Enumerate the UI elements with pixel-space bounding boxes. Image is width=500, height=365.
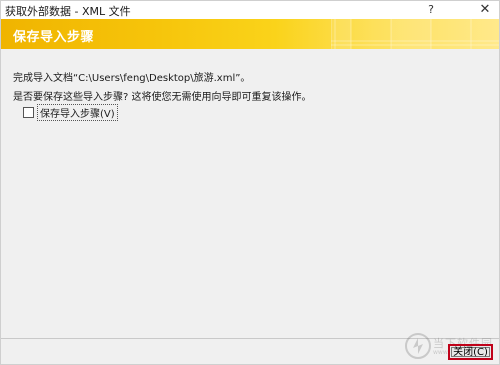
banner-title: 保存导入步骤: [13, 30, 95, 45]
xml-import-dialog: 获取外部数据 - XML 文件 ? ✕ 保存导入步骤 完成导入文档“C:\Use…: [0, 0, 500, 365]
title-bar: 获取外部数据 - XML 文件 ? ✕: [1, 1, 499, 19]
save-steps-checkbox[interactable]: [23, 106, 34, 118]
close-button[interactable]: 关闭(C): [448, 344, 493, 360]
window-close-button[interactable]: ✕: [474, 1, 496, 19]
help-button[interactable]: ?: [422, 1, 440, 19]
save-steps-option[interactable]: 保存导入步骤(V): [23, 103, 118, 121]
banner-pattern-decoration: [331, 19, 499, 49]
close-button-label[interactable]: 关闭(C): [451, 347, 490, 358]
section-banner: 保存导入步骤: [1, 19, 499, 49]
import-complete-message: 完成导入文档“C:\Users\feng\Desktop\旅游.xml”。: [13, 73, 251, 84]
save-steps-question: 是否要保存这些导入步骤? 这将使您无需使用向导即可重复该操作。: [13, 92, 312, 103]
window-title: 获取外部数据 - XML 文件: [5, 5, 131, 18]
watermark-logo-icon: [405, 333, 431, 359]
save-steps-label[interactable]: 保存导入步骤(V): [37, 103, 118, 121]
